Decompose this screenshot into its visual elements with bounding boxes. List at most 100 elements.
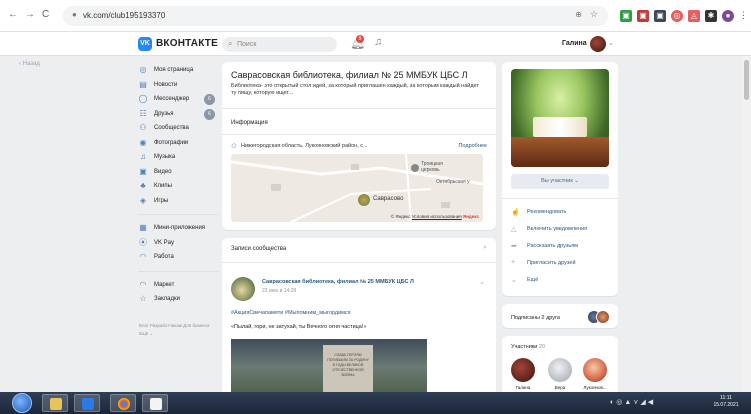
sidebar-item-work[interactable]: ◠ Работа — [138, 251, 220, 266]
taskbar-app[interactable] — [74, 394, 100, 412]
sidebar-item-label: Мини-приложения — [154, 225, 206, 231]
windows-taskbar: ◐◎▲⋎◢◀ 11:11 15.07.2021 — [0, 392, 751, 414]
sidebar-item-bookmark[interactable]: ☆ Закладки — [138, 293, 220, 308]
notification-badge: 9 — [356, 35, 364, 43]
sidebar-item-label: Фотографии — [154, 139, 189, 146]
action-share[interactable]: ➦ Рассказать друзьям — [511, 240, 611, 254]
reload-icon[interactable]: C — [42, 9, 49, 20]
post-author-avatar[interactable] — [231, 277, 255, 301]
browser-toolbar: ← → C ● vk.com/club195193370 ⊕ ☆ ▣ ▣ ▣ ◎… — [0, 0, 751, 32]
sidebar-item-market[interactable]: ◠ Маркет — [138, 279, 220, 294]
location-pin-icon: ⊙ — [231, 143, 237, 150]
sidebar-item-label: VK Pay — [154, 239, 175, 246]
group-cover-image[interactable] — [511, 69, 609, 167]
membership-button[interactable]: Вы участник ⌄ — [511, 174, 609, 189]
user-name[interactable]: Галина — [562, 40, 587, 47]
post-date[interactable]: 22 июн в 14:28 — [262, 288, 296, 294]
back-arrow-icon[interactable]: ← — [8, 9, 18, 20]
taskbar-chrome[interactable] — [110, 394, 136, 412]
post-author[interactable]: Саврасовская библиотека, филиал № 25 ММБ… — [262, 279, 414, 285]
extension-1-icon[interactable]: ▣ — [620, 10, 632, 22]
bookmark-star-icon[interactable]: ☆ — [590, 9, 598, 20]
vk-logo-text[interactable]: ВКОНТАКТЕ — [156, 38, 218, 49]
sidebar-item-pay[interactable]: ⦿ VK Pay — [138, 237, 220, 252]
back-link[interactable]: ‹ Назад — [19, 61, 40, 67]
extensions-puzzle-icon[interactable]: ✱ — [705, 10, 717, 22]
sidebar-item-label: Работа — [154, 254, 174, 260]
extension-5-icon[interactable]: ◬ — [688, 10, 700, 22]
taskbar-clock[interactable]: 11:11 15.07.2021 — [706, 395, 746, 409]
bell-icon: △ — [511, 226, 517, 233]
action-bell[interactable]: △ Включить уведомления — [511, 223, 611, 237]
action-more-chevron[interactable]: ⌄ Ещё — [511, 274, 611, 288]
sidebar-item-label: Маркет — [154, 281, 175, 288]
sidebar-item-groups[interactable]: ⚇ Сообщества — [138, 122, 220, 137]
member-name: Лукоянов... — [583, 385, 607, 390]
share-icon: ➦ — [511, 243, 517, 250]
pay-icon: ⦿ — [139, 237, 147, 247]
invite-icon: + — [511, 259, 516, 266]
action-label: Ещё — [527, 277, 539, 283]
sidebar-item-apps[interactable]: ▦ Мини-приложения — [138, 222, 220, 237]
forward-arrow-icon[interactable]: → — [25, 9, 35, 20]
map-label-church: Троицкая церковь — [421, 161, 443, 173]
sidebar-item-video[interactable]: ▣ Видео — [138, 166, 220, 181]
map-group-marker-icon[interactable] — [358, 194, 370, 206]
sidebar-item-music[interactable]: ♫ Музыка — [138, 151, 220, 166]
sidebar-item-photo[interactable]: ◉ Фотографии — [138, 137, 220, 152]
friends-subscribed-card[interactable]: Подписаны 2 друга — [502, 304, 618, 328]
action-thumb[interactable]: ☝ Рекомендовать — [511, 206, 611, 220]
member-item[interactable]: Лукоянов... — [582, 358, 608, 390]
member-item[interactable]: Вера — [547, 358, 573, 390]
search-icon: ⌕ — [228, 39, 233, 48]
sidebar-footer-links[interactable]: Блог Разработчикам Для бизнеса Ещё ⌄ — [139, 322, 219, 338]
wall-card: Записи сообщества ⌕ Саврасовская библиот… — [222, 238, 496, 401]
groups-icon: ⚇ — [139, 123, 147, 132]
wall-title[interactable]: Записи сообщества — [231, 246, 286, 252]
sidebar-item-chat[interactable]: ◯ Мессенджер 6 — [138, 93, 220, 108]
scrollbar-thumb[interactable] — [744, 60, 749, 100]
wall-search-icon[interactable]: ⌕ — [483, 244, 487, 252]
post-menu-chevron-icon[interactable]: ⌄ — [479, 278, 485, 286]
news-icon: ▤ — [139, 79, 147, 89]
zoom-icon[interactable]: ⊕ — [575, 10, 582, 19]
music-icon[interactable]: ♫ — [374, 36, 382, 48]
extension-3-icon[interactable]: ▣ — [654, 10, 666, 22]
action-invite[interactable]: + Пригласить друзей — [511, 257, 611, 271]
members-heading[interactable]: Участники 20 — [511, 344, 545, 350]
sidebar-item-user[interactable]: ◎ Моя страница — [138, 64, 220, 79]
user-avatar[interactable] — [590, 36, 606, 52]
sidebar-item-friends[interactable]: ☷ Друзья 6 — [138, 108, 220, 123]
sidebar-item-label: Сообщества — [154, 125, 189, 131]
members-label: Участники — [511, 344, 538, 350]
sidebar-item-games[interactable]: ◈ Игры — [138, 195, 220, 210]
location-map[interactable]: Троицкая церковь Октябрьская у Саврасово… — [231, 154, 483, 222]
sidebar-item-news[interactable]: ▤ Новости — [138, 79, 220, 94]
clips-icon: ♣ — [140, 181, 146, 190]
address-bar[interactable]: ● vk.com/club195193370 ⊕ ☆ — [63, 6, 608, 26]
profile-icon[interactable]: ● — [722, 10, 734, 22]
extension-4-icon[interactable]: ◎ — [671, 10, 683, 22]
taskbar-explorer[interactable] — [42, 394, 68, 412]
page-scrollbar[interactable] — [742, 56, 751, 392]
sidebar-item-clips[interactable]: ♣ Клипы — [138, 180, 220, 195]
search-input[interactable]: ⌕ Поиск — [222, 37, 337, 52]
chevron-down-icon[interactable]: ⌄ — [608, 39, 614, 47]
post-hashtags[interactable]: #АкцияСвечапамяти #Мыпомним_мыгордимся — [231, 310, 351, 316]
url-text: vk.com/club195193370 — [83, 11, 166, 20]
system-tray-icons[interactable]: ◐◎▲⋎◢◀ — [610, 398, 655, 406]
windows-start-icon[interactable] — [12, 393, 32, 413]
post-text: «Пылай, гори, не затухай, ты Вечного огн… — [231, 324, 367, 330]
details-link[interactable]: Подробнее — [458, 143, 487, 149]
taskbar-document[interactable] — [142, 394, 168, 412]
clock-time: 11:11 — [720, 395, 732, 401]
map-terms-link[interactable]: Условия использования — [412, 214, 462, 219]
action-label: Рассказать друзьям — [527, 243, 579, 249]
extension-2-icon[interactable]: ▣ — [637, 10, 649, 22]
group-description: Библиотека- это открытый стол идей, за к… — [231, 83, 479, 96]
member-item[interactable]: Галина — [510, 358, 536, 390]
menu-kebab-icon[interactable]: ⋮ — [739, 10, 748, 21]
bookmark-icon: ☆ — [139, 294, 147, 303]
friends-icon: ☷ — [139, 108, 147, 118]
vk-logo-icon[interactable]: VK — [138, 37, 152, 51]
